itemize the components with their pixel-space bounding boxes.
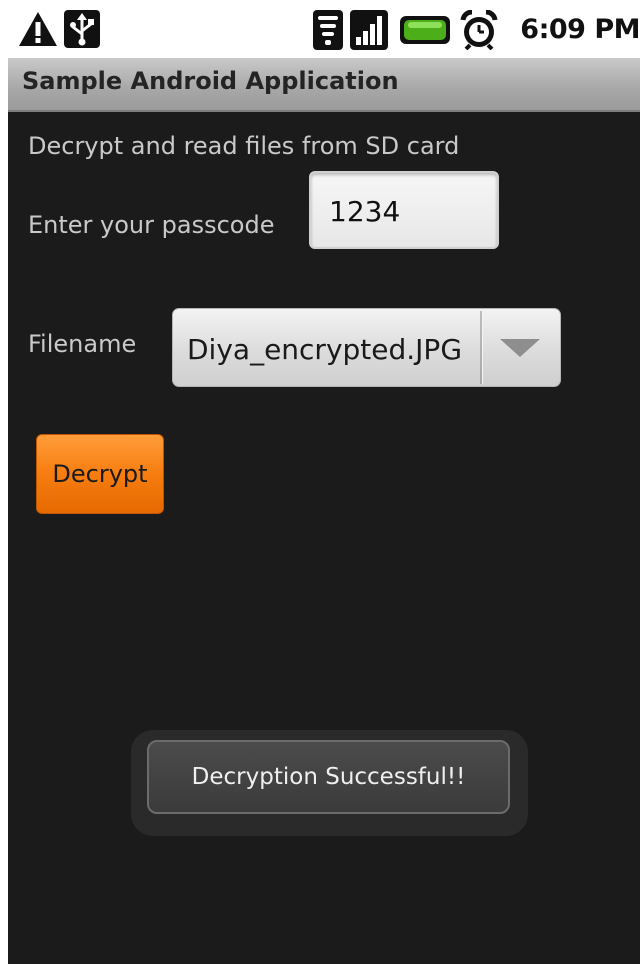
passcode-field[interactable]: 1234 xyxy=(309,171,499,249)
app-title: Sample Android Application xyxy=(22,67,399,95)
filename-label: Filename xyxy=(28,330,137,358)
signal-icon xyxy=(350,10,388,54)
status-bar: 6:09 PM xyxy=(8,0,640,58)
dropdown-arrow-icon[interactable] xyxy=(500,339,540,357)
usb-icon xyxy=(64,10,100,52)
wifi-icon xyxy=(313,10,343,54)
app-screen: 6:09 PM Sample Android Application Decry… xyxy=(8,0,640,964)
battery-icon xyxy=(400,16,450,48)
filename-spinner[interactable]: Diya_encrypted.JPG xyxy=(172,308,561,387)
status-time: 6:09 PM xyxy=(520,14,640,45)
toast-message: Decryption Successful!! xyxy=(147,740,510,814)
description-text: Decrypt and read files from SD card xyxy=(28,132,460,160)
warning-icon xyxy=(18,11,58,51)
alarm-icon xyxy=(460,9,498,54)
filename-selected-value: Diya_encrypted.JPG xyxy=(187,333,463,366)
spinner-divider xyxy=(480,311,483,384)
title-bar: Sample Android Application xyxy=(8,58,640,112)
decrypt-button[interactable]: Decrypt xyxy=(36,434,164,514)
passcode-label: Enter your passcode xyxy=(28,211,275,239)
